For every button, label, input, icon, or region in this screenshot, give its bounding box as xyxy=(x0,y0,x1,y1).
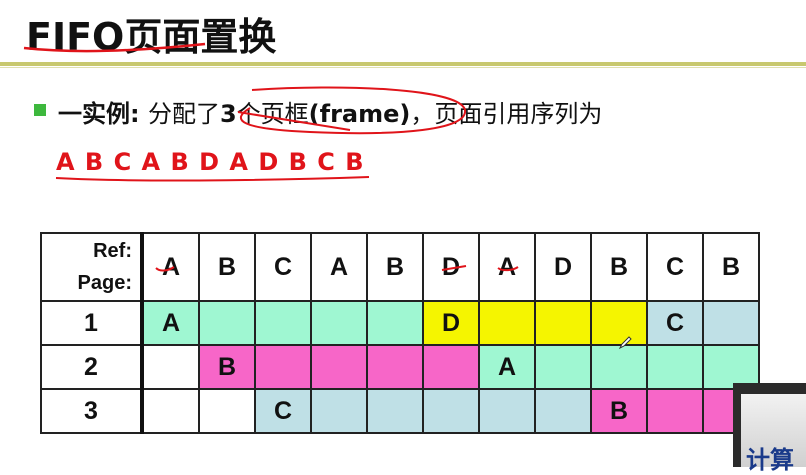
frame-cell xyxy=(310,388,368,434)
frame-cell xyxy=(254,300,312,346)
fifo-table: Ref: Page: A B C A B D A D B C B 1 A D C… xyxy=(40,232,760,434)
bullet-icon xyxy=(34,104,46,116)
ref-cell: B xyxy=(198,232,256,302)
frame-cell xyxy=(702,300,760,346)
frame-cell xyxy=(422,344,480,390)
ref-cell: B xyxy=(590,232,648,302)
ref-cell: D xyxy=(422,232,480,302)
frame-cell xyxy=(534,388,592,434)
frame-cell xyxy=(366,344,424,390)
frame-cell xyxy=(366,388,424,434)
frame-cell: B xyxy=(198,344,256,390)
frame-cell: C xyxy=(646,300,704,346)
ref-cell: D xyxy=(534,232,592,302)
line1-frame: (frame) xyxy=(308,100,411,128)
page-row-2: 2 B A xyxy=(40,344,760,390)
reference-sequence: A B C A B D A D B C B xyxy=(56,148,365,176)
header-page: Page: xyxy=(77,272,132,294)
ref-cell: C xyxy=(646,232,704,302)
frame-cell xyxy=(590,344,648,390)
frame-cell xyxy=(478,300,536,346)
frame-cell xyxy=(534,344,592,390)
frame-cell xyxy=(310,344,368,390)
corner-text: 计算 xyxy=(746,446,794,474)
frame-cell xyxy=(141,344,200,390)
ref-cell: C xyxy=(254,232,312,302)
row-label: 2 xyxy=(40,344,144,390)
frame-cell: D xyxy=(422,300,480,346)
title-rule-thin xyxy=(0,67,806,68)
page-row-1: 1 A D C xyxy=(40,300,760,346)
frame-cell xyxy=(254,344,312,390)
ref-cell: B xyxy=(366,232,424,302)
frame-cell xyxy=(478,388,536,434)
frame-cell xyxy=(534,300,592,346)
line1-mid: 分配了 xyxy=(147,100,220,128)
frame-cell xyxy=(646,344,704,390)
frame-cell xyxy=(590,300,648,346)
frame-cell: A xyxy=(478,344,536,390)
ref-cell: A xyxy=(141,232,200,302)
ref-row: Ref: Page: A B C A B D A D B C B xyxy=(40,232,760,302)
frame-cell xyxy=(646,388,704,434)
line1-prefix: 一实例: xyxy=(58,100,148,128)
frame-cell: A xyxy=(141,300,200,346)
frame-cell: B xyxy=(590,388,648,434)
header-cell: Ref: Page: xyxy=(40,232,144,302)
frame-cell: C xyxy=(254,388,312,434)
frame-cell xyxy=(422,388,480,434)
slide-title: FIFO页面置换 xyxy=(26,15,277,59)
frame-cell xyxy=(310,300,368,346)
line1-num: 3 xyxy=(219,100,237,128)
frame-cell xyxy=(198,300,256,346)
row-label: 3 xyxy=(40,388,144,434)
title-rule xyxy=(0,62,806,66)
frame-cell xyxy=(198,388,256,434)
example-line: 一实例: 分配了3个页框(frame)，页面引用序列为 xyxy=(58,94,602,129)
frame-cell xyxy=(366,300,424,346)
row-label: 1 xyxy=(40,300,144,346)
line1-suffix: ，页面引用序列为 xyxy=(410,100,603,128)
ref-cell: B xyxy=(702,232,760,302)
frame-cell xyxy=(141,388,200,434)
ref-cell: A xyxy=(310,232,368,302)
line1-ge: 个页框 xyxy=(236,100,309,128)
page-row-3: 3 C B xyxy=(40,388,760,434)
header-ref: Ref: xyxy=(93,240,132,262)
ref-cell: A xyxy=(478,232,536,302)
